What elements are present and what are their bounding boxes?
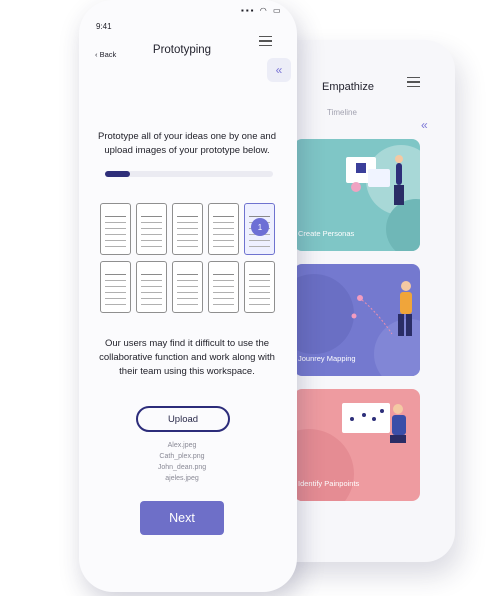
upload-button[interactable]: Upload (136, 406, 230, 432)
prototype-thumbnail[interactable] (244, 261, 275, 313)
file-name[interactable]: Alex.jpeg (79, 440, 285, 451)
prototype-thumbnail[interactable] (172, 261, 203, 313)
prototyping-screen: 9:41 ▪▪▪ ◠ ▭ ‹ Back Prototyping « Protot… (79, 0, 297, 592)
uploaded-file-list: Alex.jpeg Cath_plex.png John_dean.png aj… (79, 440, 285, 484)
double-chevron-left-icon[interactable]: « (267, 58, 291, 82)
card-label: Identify Painpoints (298, 479, 360, 488)
empathize-title: Empathize (322, 81, 374, 93)
hamburger-menu-icon[interactable] (407, 77, 420, 90)
next-button[interactable]: Next (140, 501, 224, 535)
prototype-thumbnail-selected[interactable]: 1 (244, 203, 275, 255)
card-label: Create Personas (298, 229, 355, 238)
card-journey-mapping[interactable]: Jounrey Mapping (294, 264, 420, 376)
card-label: Jounrey Mapping (298, 354, 356, 363)
progress-fill (105, 171, 131, 177)
prototype-thumbnail[interactable] (208, 261, 239, 313)
insight-text: Our users may find it difficult to use t… (99, 338, 275, 377)
upload-progress-bar (105, 171, 273, 177)
prototype-thumbnail[interactable] (100, 203, 131, 255)
prototype-thumbnail[interactable] (136, 261, 167, 313)
prototype-thumbnail[interactable] (136, 203, 167, 255)
file-name[interactable]: John_dean.png (79, 462, 285, 473)
prototype-gallery: 1 (100, 203, 276, 319)
status-time: 9:41 (96, 22, 112, 31)
card-create-personas[interactable]: Create Personas (294, 139, 420, 251)
prototype-thumbnail[interactable] (172, 203, 203, 255)
file-name[interactable]: ajeles.jpeg (79, 473, 285, 484)
double-chevron-left-icon[interactable]: « (421, 118, 428, 132)
instruction-text: Prototype all of your ideas one by one a… (98, 131, 276, 156)
wifi-icon: ◠ (259, 6, 269, 15)
selection-badge: 1 (251, 218, 269, 236)
prototype-thumbnail[interactable] (100, 261, 131, 313)
battery-icon: ▭ (272, 6, 283, 15)
file-name[interactable]: Cath_plex.png (79, 451, 285, 462)
prototype-thumbnail[interactable] (208, 203, 239, 255)
timeline-label: Timeline (327, 108, 357, 117)
status-icons: ▪▪▪ ◠ ▭ (241, 6, 283, 15)
signal-icon: ▪▪▪ (241, 6, 256, 15)
card-identify-painpoints[interactable]: Identify Painpoints (294, 389, 420, 501)
page-title: Prototyping (152, 44, 212, 56)
hamburger-menu-icon[interactable] (259, 36, 272, 49)
